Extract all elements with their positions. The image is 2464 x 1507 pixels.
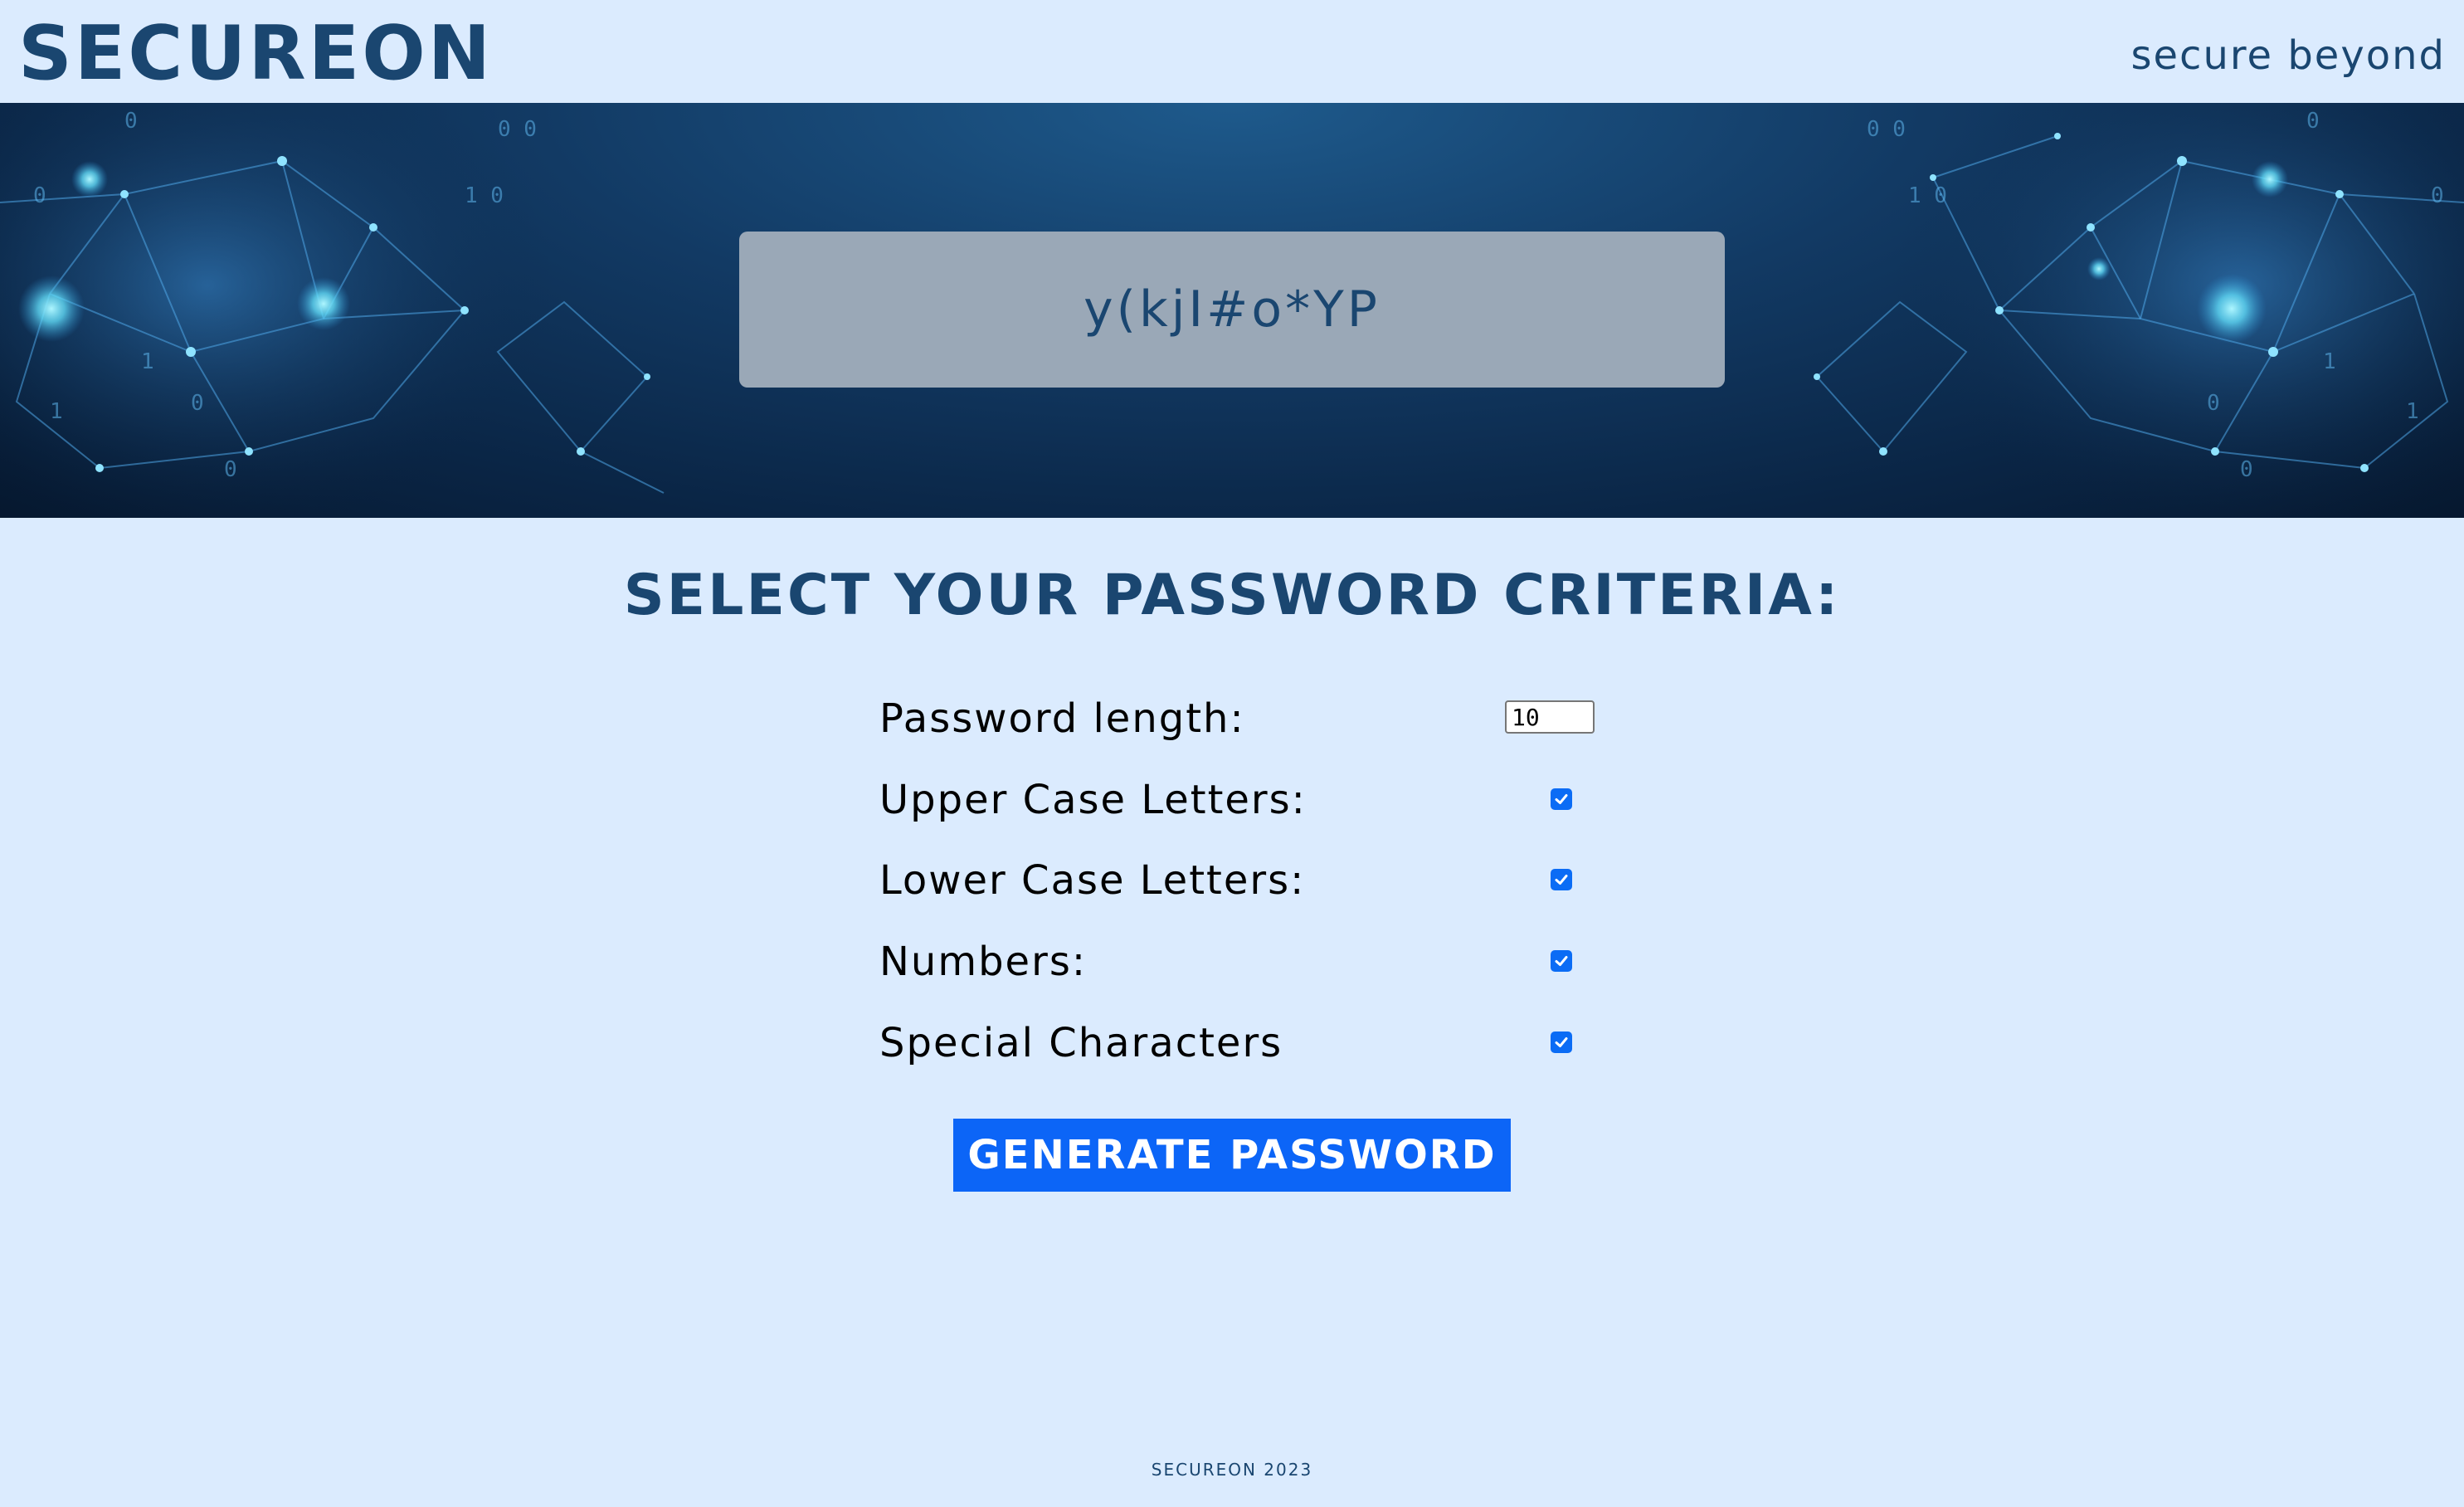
generated-password-display: y(kjI#o*YP (739, 232, 1725, 388)
svg-text:1: 1 (2323, 349, 2336, 374)
generated-password-text[interactable]: y(kjI#o*YP (1083, 280, 1381, 339)
svg-text:0 0: 0 0 (498, 117, 537, 142)
criteria-heading: SELECT YOUR PASSWORD CRITERIA: (623, 563, 1841, 628)
checkmark-icon (1555, 875, 1568, 885)
svg-text:0: 0 (224, 457, 237, 482)
svg-text:0: 0 (33, 183, 46, 208)
svg-text:0: 0 (2431, 183, 2444, 208)
lowercase-label: Lower Case Letters: (879, 857, 1306, 904)
generate-password-button[interactable]: GENERATE PASSWORD (953, 1119, 1511, 1192)
footer-text: SECUREON 2023 (1151, 1460, 1313, 1480)
checkmark-icon (1555, 1037, 1568, 1047)
password-length-input[interactable] (1505, 700, 1595, 734)
option-row-lowercase: Lower Case Letters: (879, 847, 1626, 914)
lowercase-checkbox[interactable] (1551, 869, 1572, 890)
svg-text:1 0: 1 0 (465, 183, 504, 208)
brand-logo[interactable]: SECUREON (18, 8, 493, 100)
checkmark-icon (1555, 956, 1568, 966)
svg-text:0: 0 (124, 109, 138, 134)
svg-text:0: 0 (2207, 391, 2220, 416)
svg-text:0: 0 (191, 391, 204, 416)
checkmark-icon (1555, 794, 1568, 804)
numbers-label: Numbers: (879, 939, 1087, 985)
svg-text:1: 1 (50, 399, 63, 424)
password-length-label: Password length: (879, 695, 1245, 742)
special-characters-checkbox[interactable] (1551, 1031, 1572, 1053)
special-characters-label: Special Characters (879, 1020, 1283, 1066)
tagline: secure beyond (2130, 32, 2446, 79)
option-row-uppercase: Upper Case Letters: (879, 767, 1626, 833)
svg-text:0: 0 (2306, 109, 2320, 134)
svg-text:0 0: 0 0 (1867, 117, 1906, 142)
svg-text:0: 0 (2240, 457, 2253, 482)
option-row-numbers: Numbers: (879, 929, 1626, 995)
svg-text:1: 1 (141, 349, 154, 374)
password-length-row: Password length: (879, 685, 1626, 752)
hero-banner: 0 0 0 0 1 0 0 0 1 1 0 0 0 0 1 0 0 0 1 1 y(kjI#o*YP (0, 103, 2464, 518)
uppercase-label: Upper Case Letters: (879, 777, 1307, 823)
svg-text:1: 1 (2406, 399, 2419, 424)
uppercase-checkbox[interactable] (1551, 788, 1572, 810)
option-row-special: Special Characters (879, 1010, 1626, 1076)
numbers-checkbox[interactable] (1551, 950, 1572, 972)
site-header: SECUREON secure beyond (0, 0, 2464, 103)
svg-text:1 0: 1 0 (1908, 183, 1947, 208)
